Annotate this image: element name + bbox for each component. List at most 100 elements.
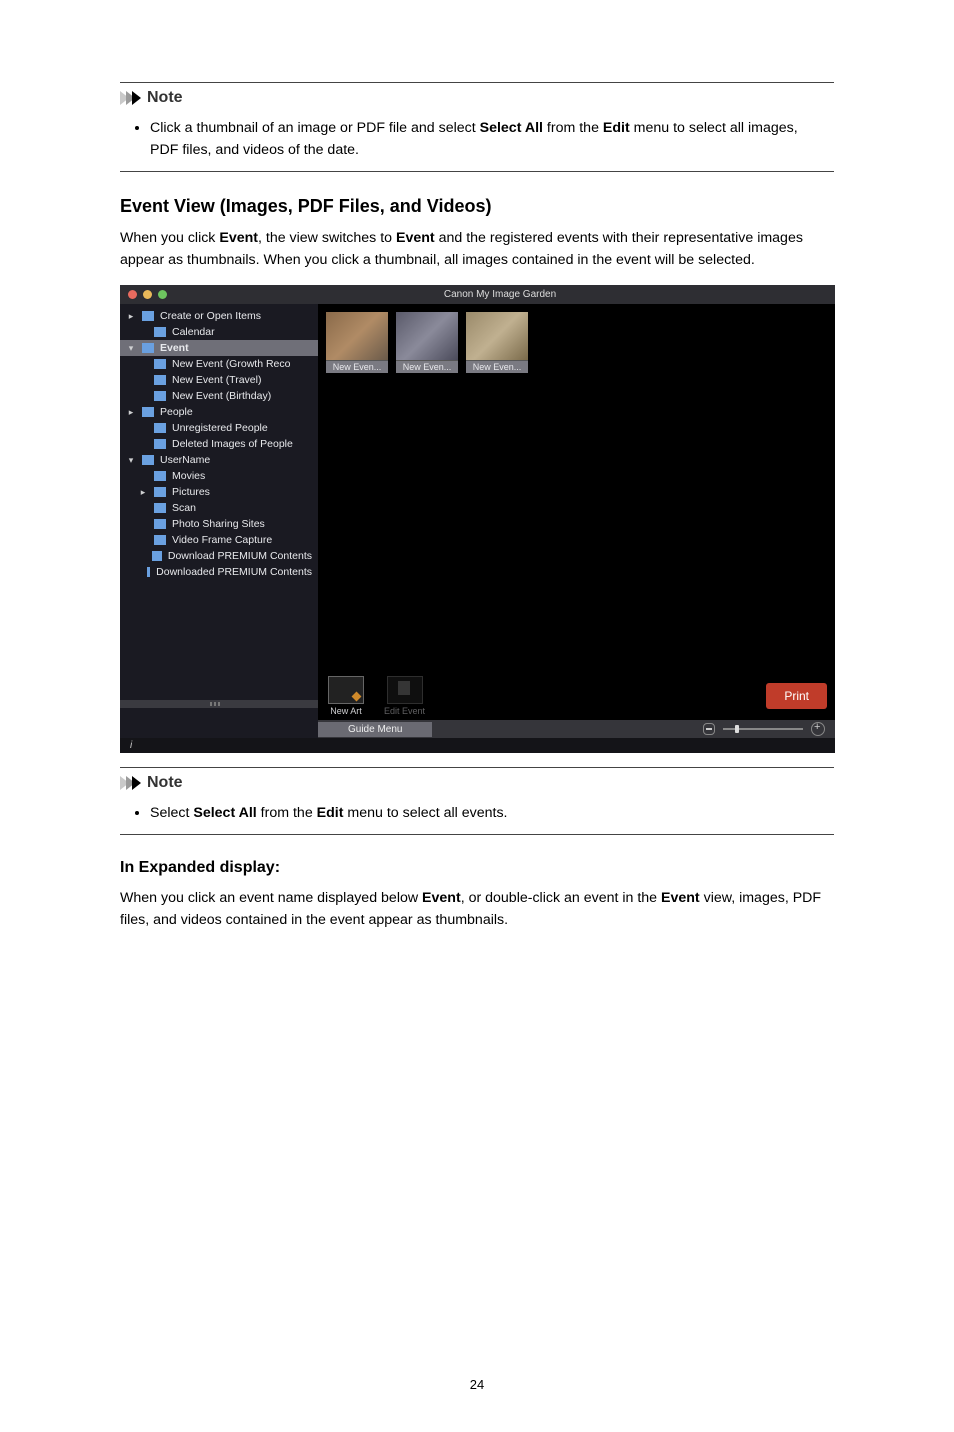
subsection-heading: In Expanded display: [120, 859, 834, 877]
zoom-slider[interactable] [723, 728, 803, 730]
sidebar-icon [154, 503, 166, 513]
thumbnail-image [326, 312, 388, 360]
zoom-out-icon[interactable] [703, 723, 715, 735]
event-thumbnail[interactable]: New Even... [466, 312, 528, 373]
new-art-button[interactable]: New Art [326, 672, 366, 720]
sidebar-icon [142, 407, 154, 417]
sidebar-label: New Event (Growth Reco [172, 358, 290, 370]
info-strip: i [120, 738, 835, 753]
note-item: Select Select All from the Edit menu to … [150, 802, 830, 824]
sidebar-icon [142, 455, 154, 465]
sidebar-icon [154, 487, 166, 497]
sidebar-icon [154, 359, 166, 369]
zoom-in-icon[interactable] [811, 722, 825, 736]
event-thumbnail[interactable]: New Even... [396, 312, 458, 373]
section-heading: Event View (Images, PDF Files, and Video… [120, 196, 834, 217]
thumbnail-label: New Even... [326, 360, 388, 373]
sidebar-icon [154, 439, 166, 449]
thumbnail-row: New Even... New Even... New Even... [318, 304, 835, 381]
sidebar-icon [147, 567, 150, 577]
sidebar-label: Movies [172, 470, 205, 482]
guide-menu-button[interactable]: Guide Menu [318, 722, 432, 737]
sidebar-icon [142, 311, 154, 321]
note-block: Note Select Select All from the Edit men… [120, 767, 834, 835]
sidebar-icon [152, 551, 162, 561]
sidebar-icon [154, 375, 166, 385]
sidebar-label: Calendar [172, 326, 215, 338]
sidebar-item[interactable]: Deleted Images of People [120, 436, 318, 452]
close-icon[interactable] [128, 290, 137, 299]
note-header: Note [120, 774, 834, 798]
sidebar-label: Unregistered People [172, 422, 268, 434]
disclosure-icon: ▾ [126, 455, 136, 466]
sidebar-item[interactable]: Download PREMIUM Contents [120, 548, 318, 564]
note-block: Note Click a thumbnail of an image or PD… [120, 82, 834, 172]
tool-bar: New Art Edit Event Print [318, 668, 835, 720]
thumbnail-label: New Even... [466, 360, 528, 373]
sidebar-label: New Event (Travel) [172, 374, 261, 386]
sidebar-item[interactable]: ▸ People [120, 404, 318, 420]
sidebar-label: New Event (Birthday) [172, 390, 271, 402]
sidebar-label: Photo Sharing Sites [172, 518, 265, 530]
minimize-icon[interactable] [143, 290, 152, 299]
sidebar-item[interactable]: New Event (Birthday) [120, 388, 318, 404]
info-icon[interactable]: i [124, 738, 138, 753]
sidebar-item[interactable]: New Event (Growth Reco [120, 356, 318, 372]
note-arrows-icon [120, 91, 141, 105]
disclosure-icon: ▸ [126, 407, 136, 418]
note-header: Note [120, 89, 834, 113]
sidebar-item[interactable]: ▸Pictures [120, 484, 318, 500]
sidebar-item[interactable]: Video Frame Capture [120, 532, 318, 548]
disclosure-icon: ▾ [126, 343, 136, 354]
subsection-paragraph: When you click an event name displayed b… [120, 887, 834, 931]
sidebar-item[interactable]: Photo Sharing Sites [120, 516, 318, 532]
thumbnail-label: New Even... [396, 360, 458, 373]
edit-event-button[interactable]: Edit Event [382, 672, 427, 720]
sidebar: ▸ Create or Open Items Calendar ▾ Event New E… [120, 304, 318, 738]
sidebar-label: Create or Open Items [160, 310, 261, 322]
sidebar-label: Event [160, 342, 189, 354]
sidebar-item[interactable]: Scan [120, 500, 318, 516]
sidebar-item[interactable]: Movies [120, 468, 318, 484]
sidebar-label: People [160, 406, 193, 418]
sidebar-label: UserName [160, 454, 210, 466]
sidebar-item[interactable]: New Event (Travel) [120, 372, 318, 388]
sidebar-label: Video Frame Capture [172, 534, 272, 546]
print-button[interactable]: Print [766, 683, 827, 709]
thumbnail-image [396, 312, 458, 360]
zoom-controls [693, 720, 835, 738]
edit-event-icon [387, 676, 423, 704]
resize-grip-icon[interactable] [210, 702, 228, 706]
window-title: Canon My Image Garden [173, 289, 827, 300]
zoom-icon[interactable] [158, 290, 167, 299]
event-thumbnail[interactable]: New Even... [326, 312, 388, 373]
sidebar-footer [120, 700, 318, 708]
sidebar-label: Downloaded PREMIUM Contents [156, 566, 312, 578]
sidebar-item[interactable]: Unregistered People [120, 420, 318, 436]
sidebar-icon [154, 471, 166, 481]
sidebar-item[interactable]: Downloaded PREMIUM Contents [120, 564, 318, 580]
page-number: 24 [0, 1377, 954, 1392]
sidebar-label: Deleted Images of People [172, 438, 293, 450]
sidebar-label: Scan [172, 502, 196, 514]
sidebar-item[interactable]: ▾ UserName [120, 452, 318, 468]
note-title: Note [147, 89, 183, 107]
app-window: Canon My Image Garden ▸ Create or Open It… [120, 285, 835, 753]
sidebar-icon [154, 519, 166, 529]
disclosure-icon: ▸ [126, 311, 136, 322]
sidebar-item[interactable]: ▸ Create or Open Items [120, 308, 318, 324]
disclosure-icon: ▸ [138, 487, 148, 498]
note-title: Note [147, 774, 183, 792]
sidebar-icon [154, 423, 166, 433]
sidebar-icon [154, 327, 166, 337]
new-art-icon [328, 676, 364, 704]
main-pane: New Even... New Even... New Even... New Ar… [318, 304, 835, 738]
sidebar-label: Download PREMIUM Contents [168, 550, 312, 562]
titlebar: Canon My Image Garden [120, 285, 835, 304]
sidebar-item[interactable]: Calendar [120, 324, 318, 340]
section-paragraph: When you click Event, the view switches … [120, 227, 834, 271]
sidebar-icon [154, 535, 166, 545]
thumbnail-image [466, 312, 528, 360]
sidebar-item[interactable]: ▾ Event [120, 340, 318, 356]
note-arrows-icon [120, 776, 141, 790]
